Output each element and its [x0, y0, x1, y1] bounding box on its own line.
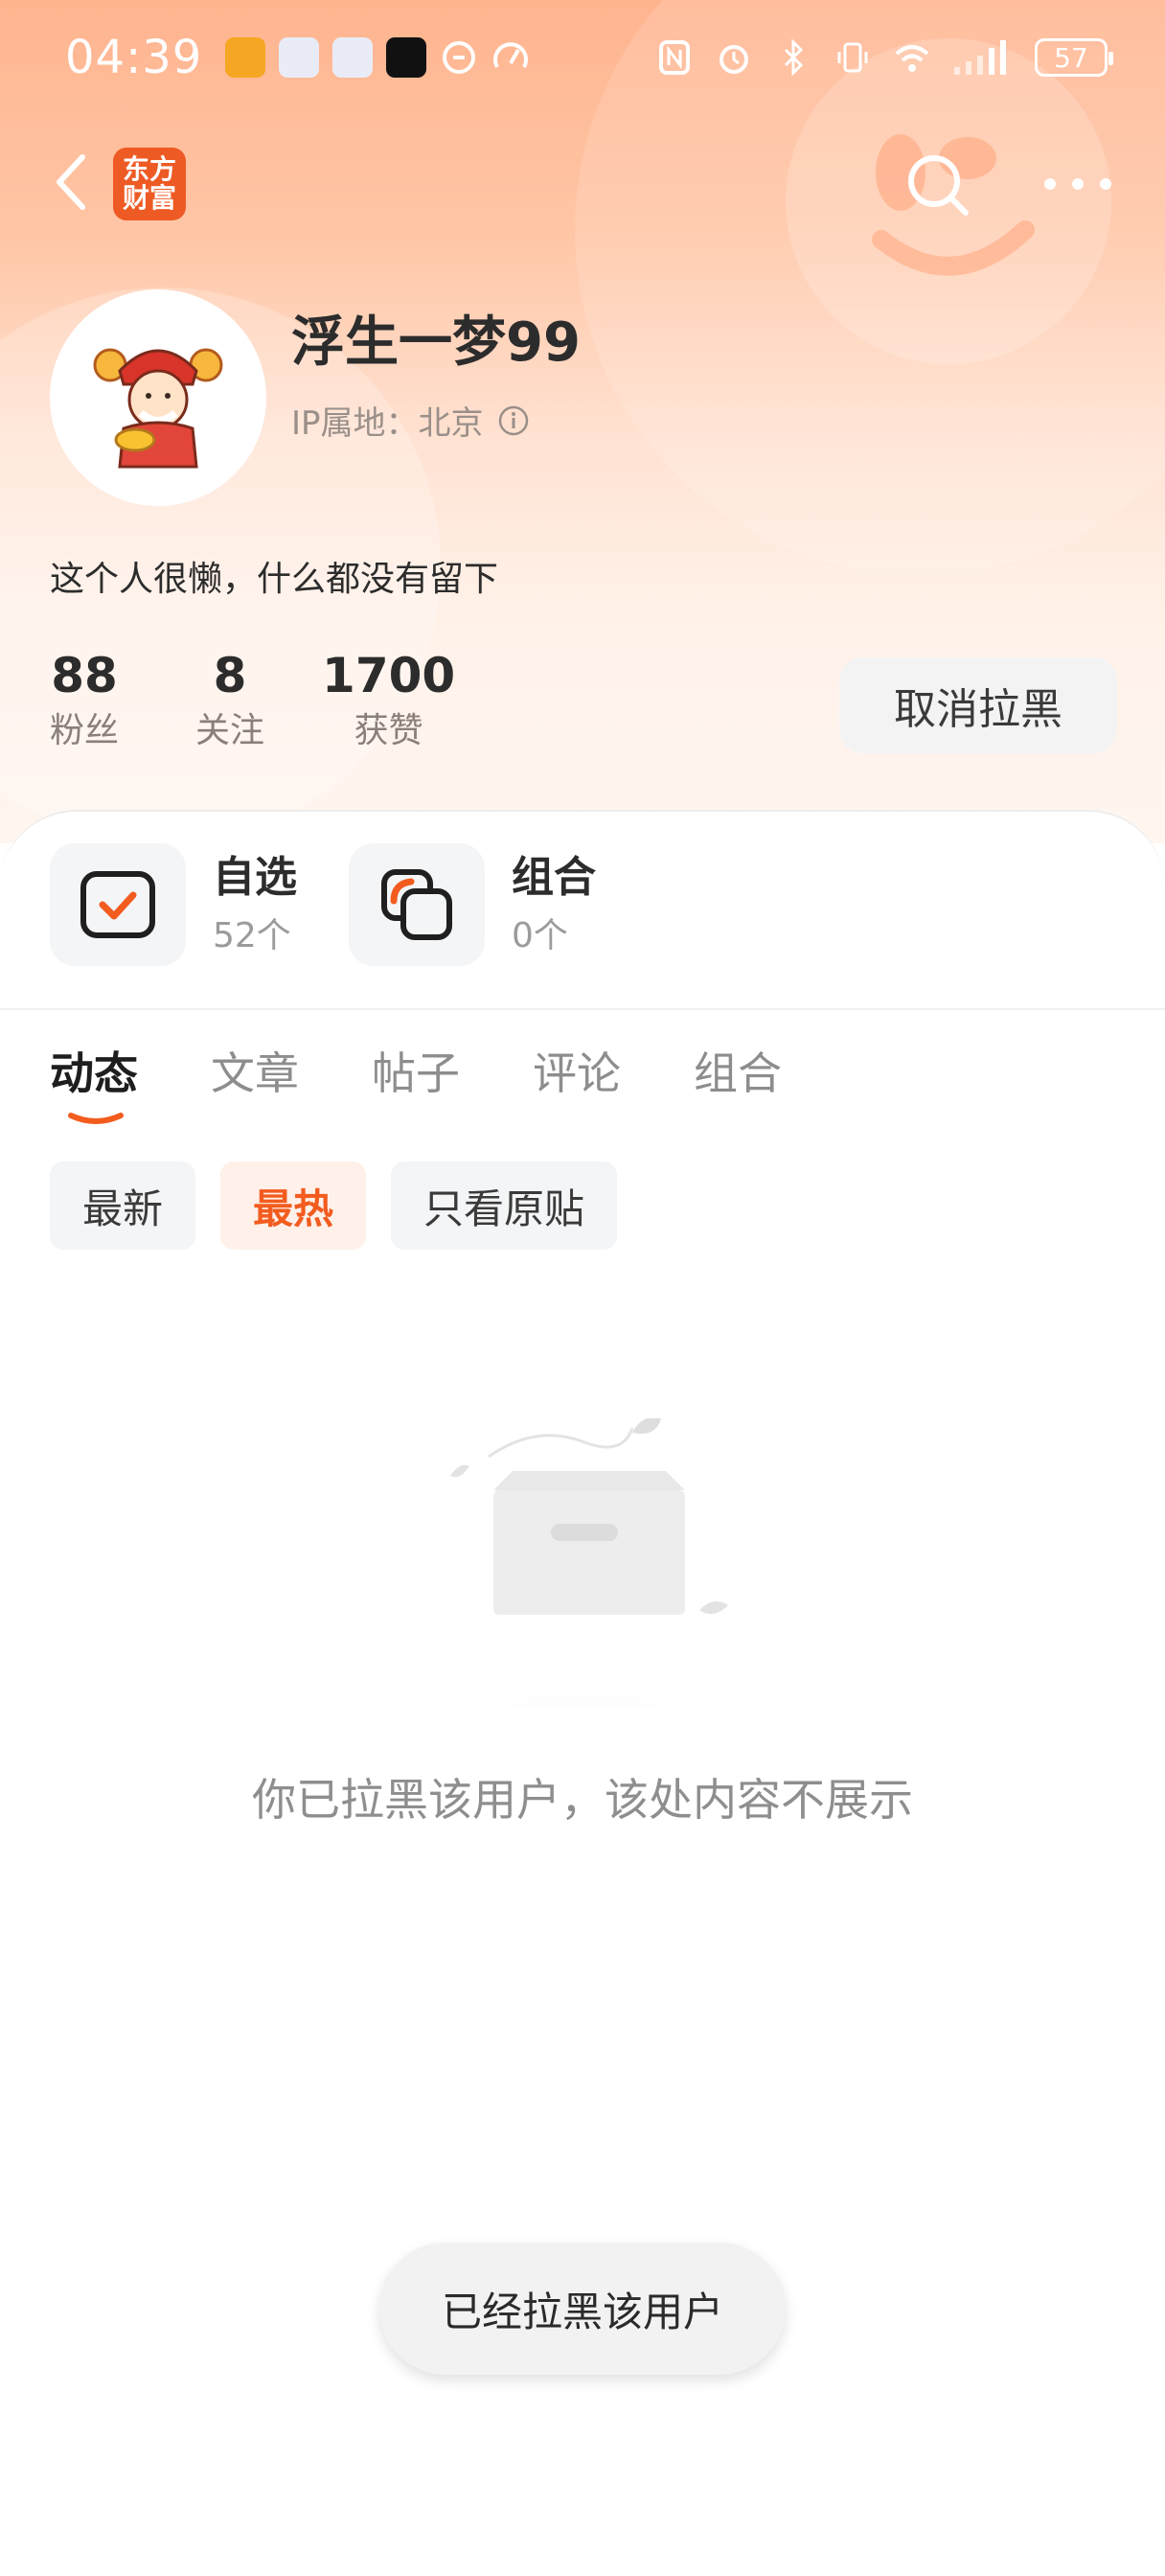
stat-value: 1700 — [322, 648, 456, 703]
search-icon[interactable] — [904, 151, 971, 218]
app-logo: 东方 财富 — [113, 148, 186, 220]
app-notification-icon — [386, 37, 427, 78]
app-logo-line-2: 财富 — [122, 182, 176, 214]
profile-stats: 88 粉丝 8 关注 1700 获赞 — [50, 642, 532, 753]
portfolio-entry[interactable]: 组合 0个 — [349, 843, 596, 966]
watchlist-icon-box — [50, 843, 186, 966]
watchlist-text: 自选 52个 — [213, 849, 297, 960]
system-status-icons: 57 — [655, 38, 1113, 77]
ip-location: IP属地：北京 — [291, 404, 484, 443]
profile-page: 04:39 57 东方 财富 浮生一梦99 IP属地：北京 这个人很懒，什么都没… — [0, 0, 1165, 2576]
god-of-wealth-avatar-icon — [93, 348, 223, 469]
tab-dynamics[interactable]: 动态 — [50, 1045, 138, 1124]
more-dots-icon[interactable] — [1044, 167, 1111, 201]
chevron-left-icon[interactable] — [48, 151, 96, 213]
stat-label: 粉丝 — [50, 711, 120, 750]
app-notification-icon — [225, 37, 266, 78]
dot — [1044, 178, 1056, 190]
tab-label: 组合 — [694, 1047, 782, 1099]
portfolio-count: 0个 — [512, 916, 568, 955]
watchlist-entry[interactable]: 自选 52个 — [50, 843, 297, 966]
ip-location-row: IP属地：北京 — [291, 397, 530, 444]
checkbox-icon — [80, 871, 155, 938]
portfolio-text: 组合 0个 — [512, 849, 596, 960]
tab-label: 帖子 — [372, 1047, 460, 1099]
battery-indicator: 57 — [1035, 38, 1113, 77]
filter-original-only[interactable]: 只看原贴 — [391, 1162, 618, 1250]
active-tab-indicator — [68, 1113, 124, 1124]
unblock-button[interactable]: 取消拉黑 — [839, 657, 1117, 753]
stat-label: 获赞 — [354, 711, 423, 750]
signal-icon — [954, 40, 1006, 75]
nfc-icon — [659, 40, 690, 75]
stack-icon — [381, 869, 452, 940]
filter-latest[interactable]: 最新 — [50, 1162, 196, 1250]
status-bar: 04:39 57 — [0, 0, 1165, 115]
notification-icons — [225, 37, 530, 78]
stat-value: 8 — [213, 648, 247, 703]
tab-articles[interactable]: 文章 — [211, 1045, 299, 1102]
status-time: 04:39 — [65, 31, 203, 84]
profile-bio: 这个人很懒，什么都没有留下 — [50, 560, 499, 599]
divider — [0, 1008, 1165, 1010]
toast-notification: 已经拉黑该用户 — [379, 2242, 786, 2375]
battery-level: 57 — [1054, 41, 1088, 74]
stat-fans[interactable]: 88 粉丝 — [50, 642, 119, 753]
stat-label: 关注 — [195, 711, 265, 750]
username: 浮生一梦99 — [291, 311, 581, 374]
data-saver-icon — [443, 41, 476, 74]
portfolio-title: 组合 — [512, 853, 596, 902]
content-tabs: 动态 文章 帖子 评论 组合 — [50, 1045, 855, 1124]
tab-label: 动态 — [50, 1047, 138, 1099]
stat-likes[interactable]: 1700 获赞 — [322, 642, 455, 753]
dot — [1100, 178, 1111, 190]
filter-hottest[interactable]: 最热 — [220, 1162, 367, 1250]
app-logo-line-1: 东方 — [122, 153, 176, 185]
portfolio-icon-box — [349, 843, 485, 966]
filter-chips: 最新 最热 只看原贴 — [50, 1162, 618, 1250]
watchlist-count: 52个 — [213, 916, 291, 955]
alarm-icon — [720, 45, 748, 74]
tab-comments[interactable]: 评论 — [533, 1045, 621, 1102]
tab-label: 评论 — [533, 1047, 621, 1099]
app-notification-icon — [332, 37, 374, 78]
tab-portfolios[interactable]: 组合 — [694, 1045, 782, 1102]
stat-following[interactable]: 8 关注 — [195, 642, 264, 753]
app-notification-icon — [279, 37, 320, 78]
empty-box-illustration — [354, 1418, 814, 1706]
wifi-icon — [895, 45, 929, 72]
nav-bar: 东方 财富 — [0, 125, 1165, 240]
tab-label: 文章 — [211, 1047, 299, 1099]
stat-value: 88 — [51, 648, 118, 703]
watchlist-title: 自选 — [213, 853, 297, 902]
info-icon[interactable] — [497, 404, 530, 437]
speed-icon — [493, 42, 529, 68]
tab-posts[interactable]: 帖子 — [372, 1045, 460, 1102]
vibrate-icon — [837, 42, 868, 73]
bluetooth-icon — [784, 38, 804, 77]
empty-state-message: 你已拉黑该用户，该处内容不展示 — [252, 1774, 913, 1826]
avatar[interactable] — [50, 289, 266, 506]
dot — [1072, 178, 1084, 190]
quick-links: 自选 52个 组合 0个 — [0, 843, 1165, 1016]
